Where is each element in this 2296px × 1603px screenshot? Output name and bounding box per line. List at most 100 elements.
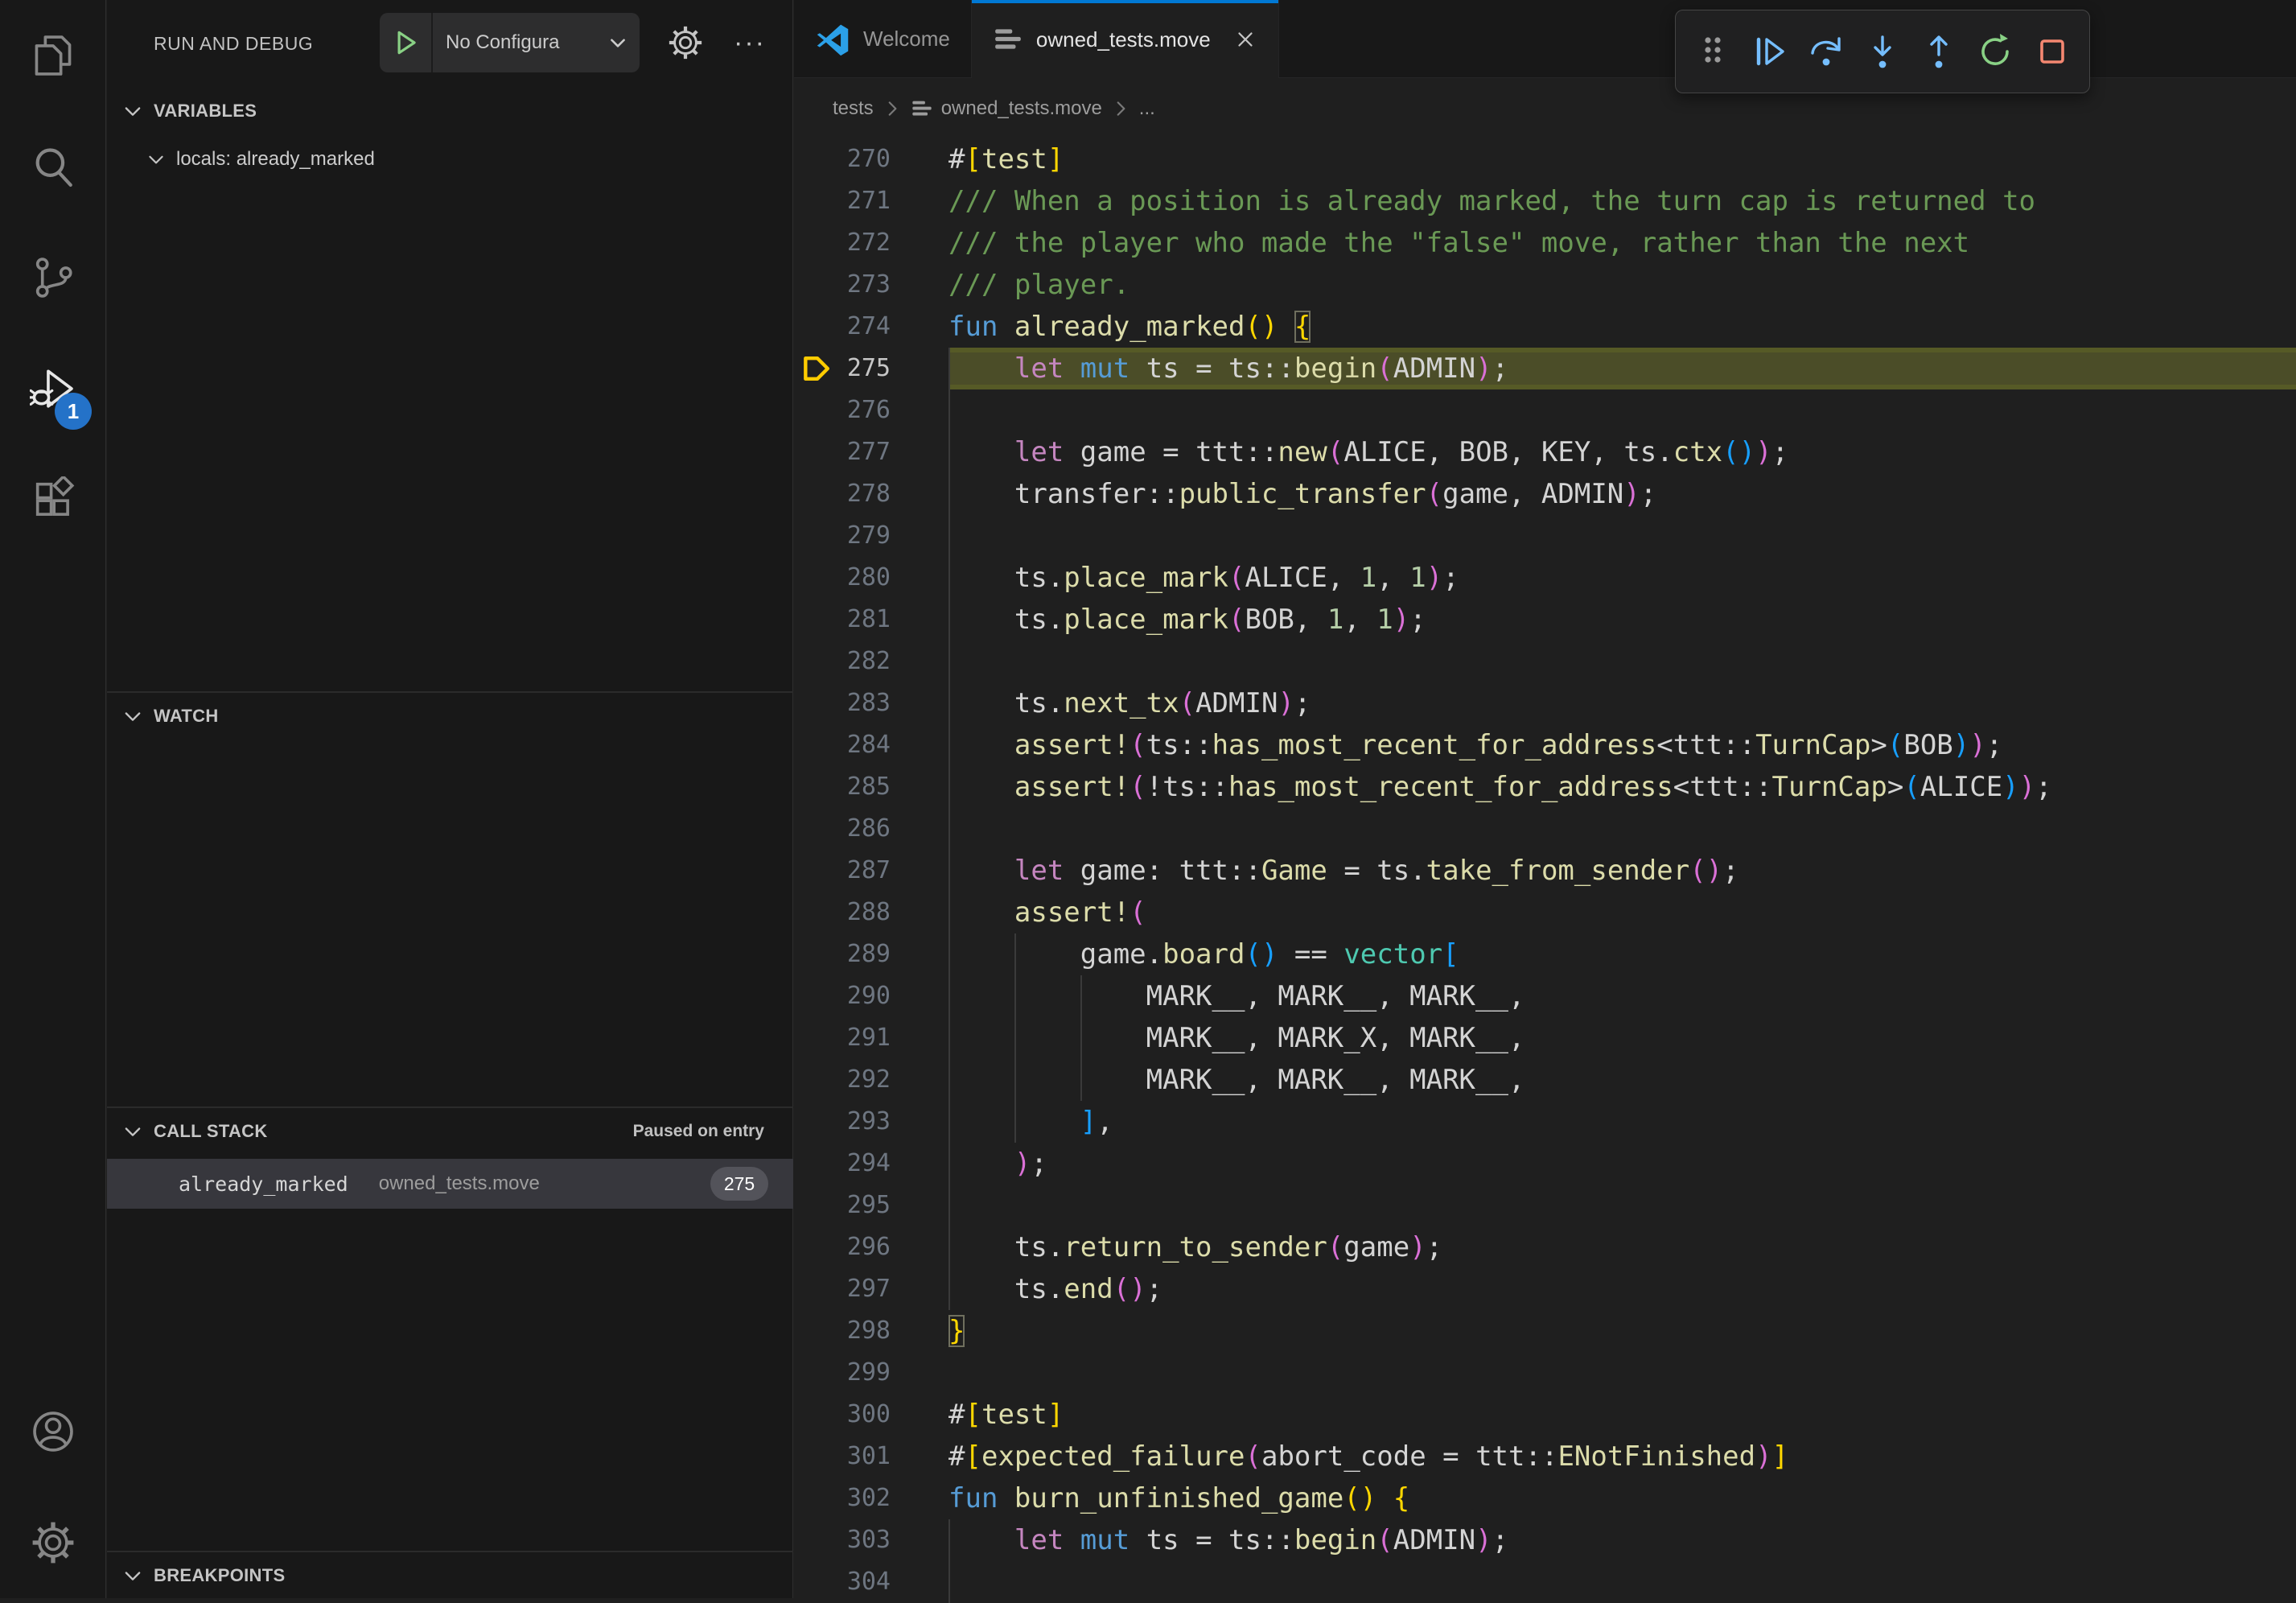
code-line-content[interactable]: MARK__, MARK__, MARK__, xyxy=(948,1059,2296,1101)
section-breakpoints[interactable]: BREAKPOINTS xyxy=(107,1553,793,1598)
breakpoint-gutter[interactable] xyxy=(794,724,841,766)
line-number[interactable]: 302 xyxy=(841,1477,891,1519)
step-over-button[interactable] xyxy=(1805,31,1847,72)
line-number[interactable]: 270 xyxy=(841,138,891,180)
activity-explorer[interactable] xyxy=(0,0,106,111)
line-number[interactable]: 277 xyxy=(841,431,891,473)
code-line-content[interactable] xyxy=(948,1352,2296,1394)
breakpoint-gutter[interactable] xyxy=(794,389,841,431)
code-line-content[interactable]: } xyxy=(948,1310,2296,1352)
breakpoint-gutter[interactable] xyxy=(794,892,841,933)
code-line-content[interactable]: #[expected_failure(abort_code = ttt::ENo… xyxy=(948,1436,2296,1477)
breadcrumb-file[interactable]: owned_tests.move xyxy=(941,97,1102,120)
breakpoint-gutter[interactable] xyxy=(794,975,841,1017)
breakpoint-gutter[interactable] xyxy=(794,682,841,724)
line-number[interactable]: 271 xyxy=(841,180,891,222)
breakpoint-gutter[interactable] xyxy=(794,766,841,808)
step-out-button[interactable] xyxy=(1918,31,1960,72)
code-line-content[interactable]: assert!(ts::has_most_recent_for_address<… xyxy=(948,724,2296,766)
breakpoint-gutter[interactable] xyxy=(794,515,841,557)
breakpoint-gutter[interactable] xyxy=(794,222,841,264)
line-number[interactable]: 290 xyxy=(841,975,891,1017)
code-line-content[interactable] xyxy=(948,1561,2296,1603)
breadcrumb-folder[interactable]: tests xyxy=(833,97,874,120)
line-number[interactable]: 301 xyxy=(841,1436,891,1477)
variables-locals-row[interactable]: locals: already_marked xyxy=(107,137,793,182)
line-number[interactable]: 294 xyxy=(841,1143,891,1185)
line-number[interactable]: 284 xyxy=(841,724,891,766)
breakpoint-gutter[interactable] xyxy=(794,1310,841,1352)
line-number[interactable]: 293 xyxy=(841,1101,891,1143)
tab-owned-tests-move[interactable]: owned_tests.move xyxy=(972,0,1279,79)
more-actions-button[interactable]: ··· xyxy=(725,18,775,68)
code-line-content[interactable] xyxy=(948,641,2296,682)
section-variables[interactable]: VARIABLES xyxy=(107,89,793,134)
continue-button[interactable] xyxy=(1748,31,1790,72)
line-number[interactable]: 289 xyxy=(841,933,891,975)
tab-welcome[interactable]: Welcome xyxy=(794,0,972,78)
code-editor[interactable]: 270#[test]271/// When a position is alre… xyxy=(794,138,2296,1598)
breakpoint-gutter[interactable] xyxy=(794,1185,841,1226)
breakpoint-gutter[interactable] xyxy=(794,1436,841,1477)
breakpoint-gutter[interactable] xyxy=(794,264,841,306)
code-line-content[interactable]: MARK__, MARK__, MARK__, xyxy=(948,975,2296,1017)
code-line-content[interactable]: fun already_marked() { xyxy=(948,306,2296,348)
breakpoint-gutter[interactable] xyxy=(794,1519,841,1561)
breakpoint-gutter[interactable] xyxy=(794,808,841,850)
activity-run-and-debug[interactable]: 1 xyxy=(0,333,106,444)
code-line-content[interactable]: fun burn_unfinished_game() { xyxy=(948,1477,2296,1519)
code-line-content[interactable]: assert!( xyxy=(948,892,2296,933)
code-line-content[interactable]: /// the player who made the "false" move… xyxy=(948,222,2296,264)
line-number[interactable]: 298 xyxy=(841,1310,891,1352)
line-number[interactable]: 288 xyxy=(841,892,891,933)
code-line-content[interactable] xyxy=(948,808,2296,850)
step-into-button[interactable] xyxy=(1862,31,1903,72)
line-number[interactable]: 279 xyxy=(841,515,891,557)
close-tab-icon[interactable] xyxy=(1233,27,1257,52)
breakpoint-gutter[interactable] xyxy=(794,1101,841,1143)
code-line-content[interactable]: /// player. xyxy=(948,264,2296,306)
breakpoint-gutter[interactable] xyxy=(794,1226,841,1268)
call-stack-frame[interactable]: already_marked owned_tests.move 275 xyxy=(107,1159,793,1209)
stop-button[interactable] xyxy=(2031,31,2073,72)
breakpoint-gutter[interactable] xyxy=(794,599,841,641)
breakpoint-gutter[interactable] xyxy=(794,1017,841,1059)
activity-extensions[interactable] xyxy=(0,444,106,555)
toolbar-gripper[interactable] xyxy=(1692,31,1734,72)
breakpoint-gutter[interactable] xyxy=(794,348,841,389)
line-number[interactable]: 303 xyxy=(841,1519,891,1561)
code-line-content[interactable]: ts.return_to_sender(game); xyxy=(948,1226,2296,1268)
restart-button[interactable] xyxy=(1975,31,2017,72)
line-number[interactable]: 273 xyxy=(841,264,891,306)
code-line-content[interactable]: let game = ttt::new(ALICE, BOB, KEY, ts.… xyxy=(948,431,2296,473)
code-line-content[interactable]: #[test] xyxy=(948,1394,2296,1436)
line-number[interactable]: 297 xyxy=(841,1268,891,1310)
activity-account[interactable] xyxy=(0,1376,106,1487)
start-debugging-button[interactable] xyxy=(380,13,433,72)
breakpoint-gutter[interactable] xyxy=(794,557,841,599)
breakpoint-gutter[interactable] xyxy=(794,1561,841,1603)
code-line-content[interactable]: ts.next_tx(ADMIN); xyxy=(948,682,2296,724)
breakpoint-gutter[interactable] xyxy=(794,1394,841,1436)
breakpoint-gutter[interactable] xyxy=(794,850,841,892)
breakpoint-gutter[interactable] xyxy=(794,138,841,180)
code-line-content[interactable]: MARK__, MARK_X, MARK__, xyxy=(948,1017,2296,1059)
section-call-stack[interactable]: CALL STACK Paused on entry xyxy=(107,1109,793,1154)
code-line-content[interactable]: ts.place_mark(ALICE, 1, 1); xyxy=(948,557,2296,599)
line-number[interactable]: 282 xyxy=(841,641,891,682)
activity-source-control[interactable] xyxy=(0,222,106,333)
configuration-dropdown[interactable]: No Configura xyxy=(433,31,640,54)
line-number[interactable]: 275 xyxy=(841,348,891,389)
code-line-content[interactable]: transfer::public_transfer(game, ADMIN); xyxy=(948,473,2296,515)
line-number[interactable]: 292 xyxy=(841,1059,891,1101)
breakpoint-gutter[interactable] xyxy=(794,641,841,682)
breakpoint-gutter[interactable] xyxy=(794,933,841,975)
line-number[interactable]: 300 xyxy=(841,1394,891,1436)
line-number[interactable]: 295 xyxy=(841,1185,891,1226)
breakpoint-gutter[interactable] xyxy=(794,473,841,515)
breadcrumb-symbol[interactable]: ... xyxy=(1139,97,1155,120)
code-line-content[interactable]: ts.place_mark(BOB, 1, 1); xyxy=(948,599,2296,641)
breakpoint-gutter[interactable] xyxy=(794,306,841,348)
debug-settings-button[interactable] xyxy=(660,18,710,68)
line-number[interactable]: 304 xyxy=(841,1561,891,1603)
